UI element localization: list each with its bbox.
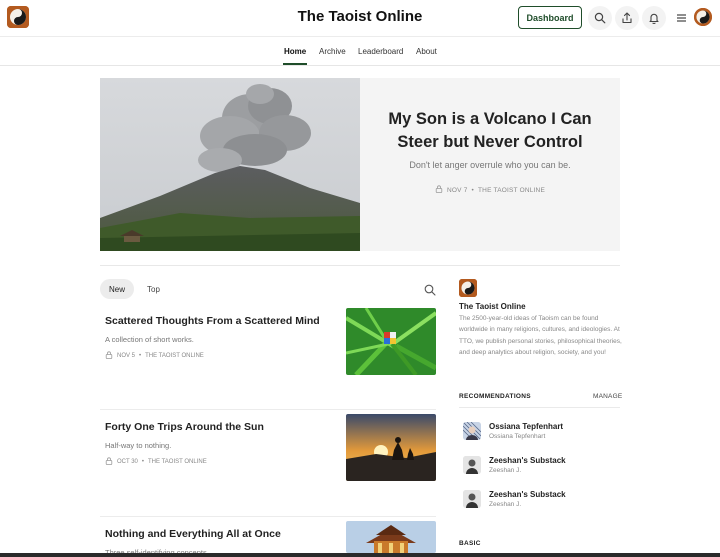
post-date: OCT 30: [117, 459, 138, 465]
post-subtitle: A collection of short works.: [105, 335, 194, 344]
post-title[interactable]: Nothing and Everything All at Once: [105, 528, 281, 540]
post-thumbnail[interactable]: [346, 521, 436, 553]
main-nav: Home Archive Leaderboard About: [0, 37, 720, 66]
nav-archive[interactable]: Archive: [319, 47, 346, 56]
hero-meta: NOV 7 • THE TAOIST ONLINE: [370, 185, 610, 195]
lock-icon: [435, 185, 443, 195]
top-bar: The Taoist Online Dashboard: [0, 0, 720, 37]
recommendation-name[interactable]: Zeeshan's Substack: [489, 456, 566, 465]
post-divider: [100, 409, 436, 410]
basic-heading: BASIC: [459, 540, 481, 547]
post-meta: OCT 30 • THE TAOIST ONLINE: [105, 457, 207, 467]
post-publication: THE TAOIST ONLINE: [148, 459, 207, 465]
recommendation-avatar: [463, 490, 481, 508]
recommendation-author: Zeeshan J.: [489, 501, 522, 508]
search-icon[interactable]: [588, 6, 612, 30]
share-icon[interactable]: [615, 6, 639, 30]
hero-date: NOV 7: [447, 186, 468, 194]
bell-icon[interactable]: [642, 6, 666, 30]
tab-new[interactable]: New: [100, 279, 134, 299]
recommendation-avatar: [463, 456, 481, 474]
post-meta: NOV 5 • THE TAOIST ONLINE: [105, 351, 204, 361]
lock-icon: [105, 351, 113, 361]
publication-name[interactable]: The Taoist Online: [459, 302, 526, 311]
recommendations-divider: [459, 407, 620, 408]
dashboard-button[interactable]: Dashboard: [518, 6, 582, 29]
tab-top[interactable]: Top: [147, 285, 160, 294]
lock-icon: [105, 457, 113, 467]
section-divider: [100, 265, 620, 266]
bottom-edge: [0, 553, 720, 557]
nav-leaderboard[interactable]: Leaderboard: [358, 47, 403, 56]
recommendation-item[interactable]: Ossiana Tepfenhart Ossiana Tepfenhart: [463, 422, 623, 446]
nav-about[interactable]: About: [416, 47, 437, 56]
manage-link[interactable]: MANAGE: [593, 393, 622, 400]
post-divider: [100, 516, 436, 517]
recommendation-name[interactable]: Ossiana Tepfenhart: [489, 422, 563, 431]
publication-logo[interactable]: [459, 279, 477, 297]
search-icon[interactable]: [424, 283, 436, 301]
recommendation-item[interactable]: Zeeshan's Substack Zeeshan J.: [463, 490, 623, 514]
post-title[interactable]: Forty One Trips Around the Sun: [105, 421, 264, 433]
hero-subtitle: Don't let anger overrule who you can be.: [409, 160, 571, 170]
recommendation-author: Ossiana Tepfenhart: [489, 433, 546, 440]
post-date: NOV 5: [117, 353, 136, 359]
site-title[interactable]: The Taoist Online: [0, 8, 720, 25]
recommendation-author: Zeeshan J.: [489, 467, 522, 474]
recommendations-heading: RECOMMENDATIONS: [459, 393, 531, 400]
nav-home[interactable]: Home: [284, 47, 306, 56]
nav-active-indicator: [283, 63, 307, 65]
post-subtitle: Half-way to nothing.: [105, 441, 172, 450]
hero-title[interactable]: My Son is a Volcano I Can Steer but Neve…: [370, 108, 610, 154]
site-logo[interactable]: [7, 6, 29, 28]
recommendation-avatar: [463, 422, 481, 440]
recommendation-name[interactable]: Zeeshan's Substack: [489, 490, 566, 499]
publication-description: The 2500-year-old ideas of Taoism can be…: [459, 315, 622, 357]
menu-icon[interactable]: [670, 6, 692, 30]
post-thumbnail[interactable]: [346, 308, 436, 375]
hero-publication: THE TAOIST ONLINE: [478, 186, 545, 194]
post-thumbnail[interactable]: [346, 414, 436, 481]
recommendation-item[interactable]: Zeeshan's Substack Zeeshan J.: [463, 456, 623, 480]
user-avatar[interactable]: [694, 8, 712, 26]
post-title[interactable]: Scattered Thoughts From a Scattered Mind: [105, 315, 320, 327]
post-publication: THE TAOIST ONLINE: [145, 353, 204, 359]
hero-image[interactable]: [100, 78, 360, 251]
